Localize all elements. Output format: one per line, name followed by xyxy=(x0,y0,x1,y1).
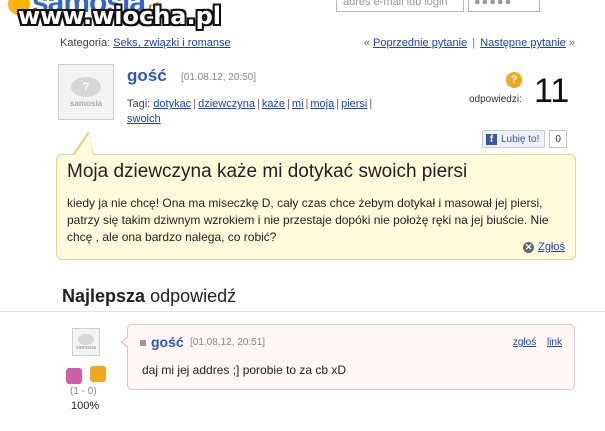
close-icon: ✕ xyxy=(523,241,535,253)
tag-separator: | xyxy=(287,98,290,110)
watermark: www.wiocha.pl xyxy=(18,2,222,30)
tag-separator: | xyxy=(305,98,309,110)
answers-count: 11 xyxy=(534,72,570,110)
password-field[interactable]: ●●●●● xyxy=(468,0,540,12)
thumb-down-icon[interactable] xyxy=(90,366,106,382)
question-body: kiedy ja nie chcę! Ona ma miseczkę D, ca… xyxy=(67,196,549,244)
breadcrumb: Kategoria: Seks, związki i romanse xyxy=(60,37,231,49)
question-author[interactable]: gość xyxy=(127,66,167,86)
prev-question-link[interactable]: Poprzednie pytanie xyxy=(373,37,467,49)
facebook-like: f Lubię to! 0 xyxy=(482,130,567,148)
tag-link[interactable]: mi xyxy=(292,98,304,110)
question-title: Moja dziewczyna każe mi dotykać swoich p… xyxy=(67,161,468,182)
like-count: 0 xyxy=(549,130,567,148)
email-field[interactable]: adres e-mail lub login xyxy=(336,0,464,12)
tag-link[interactable]: swoich xyxy=(127,113,161,125)
top-bar: samosia.pl adres e-mail lub login ●●●●● … xyxy=(0,0,605,34)
tag-link[interactable]: dotykac xyxy=(153,98,191,110)
answer-tail-fill xyxy=(122,337,129,347)
report-answer-link[interactable]: zgłoś xyxy=(513,337,536,348)
prev-arrow-icon: « xyxy=(363,37,370,49)
report-button[interactable]: ✕ Zgłoś xyxy=(523,241,565,253)
answer-actions: zgłoś link xyxy=(505,337,562,348)
tags-label: Tagi: xyxy=(127,98,151,110)
facebook-icon: f xyxy=(486,133,497,145)
answer-date: [01.08.12, 20:51] xyxy=(190,337,266,348)
question-box: Moja dziewczyna każe mi dotykać swoich p… xyxy=(56,154,576,260)
next-question-link[interactable]: Następne pytanie xyxy=(480,37,566,49)
tag-link[interactable]: moja xyxy=(310,98,334,110)
vote-percent: 100% xyxy=(71,400,100,412)
tag-link[interactable]: dziewczyna xyxy=(198,98,255,110)
tag-link[interactable]: piersi xyxy=(341,98,367,110)
answer-text: daj mi jej addres ;] porobie to za cb xD xyxy=(142,363,347,377)
nav-separator: | xyxy=(472,37,476,49)
best-answer-heading-bold: Najlepsza xyxy=(62,286,146,306)
tag-link[interactable]: każe xyxy=(262,98,285,110)
next-arrow-icon: » xyxy=(568,37,575,49)
category-link[interactable]: Seks, związki i romanse xyxy=(113,37,230,49)
question-bubble-icon xyxy=(78,333,94,345)
tag-separator: | xyxy=(256,98,260,110)
thumb-up-icon[interactable] xyxy=(66,368,82,384)
best-answer-heading: Najlepsza odpowiedź xyxy=(62,286,236,307)
question-mark-icon: ? xyxy=(506,72,522,88)
vote-count: (1 - 0) xyxy=(70,386,97,397)
avatar: ? samosia xyxy=(58,64,114,120)
breadcrumb-label: Kategoria: xyxy=(60,37,111,49)
answers-label: odpowiedzi: xyxy=(469,94,522,105)
answer-author[interactable]: gość xyxy=(151,334,184,350)
like-label: Lubię to! xyxy=(501,133,540,145)
question-navigation: « Poprzednie pytanie | Następne pytanie … xyxy=(364,37,575,49)
question-bubble-icon: ? xyxy=(71,76,101,97)
answer-box: gość [01.08.12, 20:51] zgłoś link daj mi… xyxy=(127,324,575,390)
tag-separator: | xyxy=(336,98,340,110)
answer-avatar: samosia xyxy=(72,328,100,356)
question-date: [01.08.12, 20:50] xyxy=(181,72,257,83)
divider xyxy=(0,311,605,312)
avatar-logo-text: samosia xyxy=(75,344,96,351)
tag-separator: | xyxy=(193,98,197,110)
best-answer-heading-rest: odpowiedź xyxy=(150,286,237,306)
avatar-logo-text: samosia xyxy=(69,98,103,108)
like-button[interactable]: f Lubię to! xyxy=(482,130,546,148)
tag-separator: | xyxy=(369,98,373,110)
tag-list: Tagi: dotykac | dziewczyna | każe | mi | moja | pi… xyxy=(127,97,417,127)
permalink-link[interactable]: link xyxy=(547,337,562,348)
bullet-icon xyxy=(140,340,146,346)
report-label: Zgłoś xyxy=(538,241,565,253)
